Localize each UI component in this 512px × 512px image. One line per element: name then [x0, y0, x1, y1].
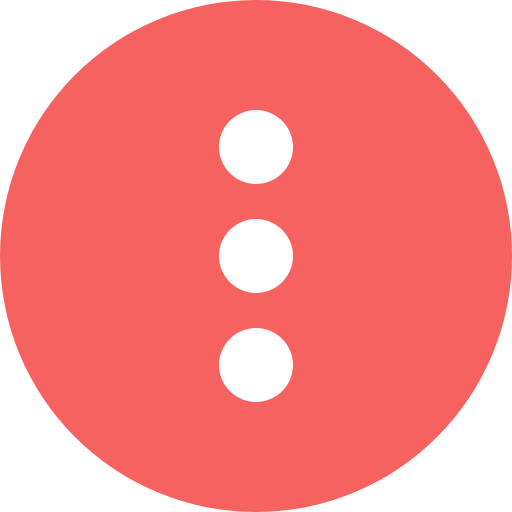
- icon-canvas: [0, 0, 512, 512]
- dot-middle-icon: [219, 219, 293, 293]
- dot-top-icon: [219, 110, 293, 184]
- more-options-button[interactable]: [0, 0, 512, 512]
- dot-bottom-icon: [219, 328, 293, 402]
